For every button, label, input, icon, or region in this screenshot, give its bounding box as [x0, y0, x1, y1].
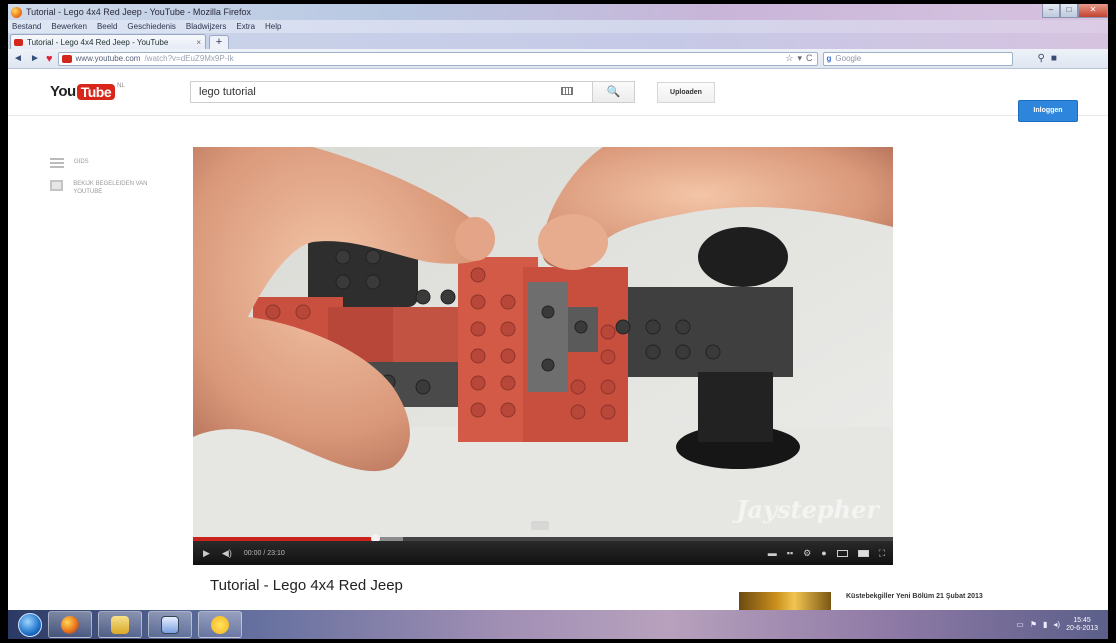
tab-close-icon[interactable]: × [196, 38, 201, 47]
large-player-icon[interactable] [857, 549, 869, 557]
firefox-icon [61, 615, 79, 634]
title-bar: Tutorial - Lego 4x4 Red Jeep - YouTube -… [8, 4, 1108, 20]
menu-view[interactable]: Beeld [97, 22, 117, 31]
new-tab-button[interactable]: + [209, 35, 229, 49]
start-button[interactable] [18, 612, 42, 637]
annotation-marker [531, 521, 549, 530]
maximize-button[interactable]: □ [1060, 4, 1078, 18]
chat-icon [211, 615, 229, 634]
network-icon[interactable]: ▭ [1016, 620, 1024, 629]
address-bar[interactable]: www.youtube.com/watch?v=dEuZ9Mx9P-Ik ☆ ▾… [57, 51, 818, 66]
taskbar-chat[interactable] [198, 611, 242, 638]
upload-button[interactable]: Uploaden [657, 82, 715, 103]
url-host: www.youtube.com [75, 54, 141, 63]
guide-sidebar: GIDS BEKIJK BEGELEIDEN VAN YOUTUBE [50, 158, 170, 208]
captions-icon[interactable]: ▬ [768, 548, 777, 558]
player-controls-right: ▬ ▪▪ ⚙ ● ⛶ [768, 548, 885, 559]
time-display: 00:00 / 23:10 [243, 549, 285, 557]
forward-arrow-icon[interactable]: ► [29, 53, 41, 64]
youtube-logo[interactable]: You Tube NL [50, 83, 125, 100]
logo-you-text: You [50, 83, 76, 100]
back-arrow-icon[interactable]: ◄ [12, 53, 24, 64]
firefox-icon [11, 6, 22, 18]
clock[interactable]: 15:45 20-6-2013 [1066, 617, 1098, 633]
taskbar-app[interactable] [148, 611, 192, 638]
clock-date: 20-6-2013 [1066, 624, 1098, 632]
dropdown-icon[interactable]: ▾ [798, 53, 803, 64]
menu-help[interactable]: Help [265, 22, 281, 31]
tab-title: Tutorial - Lego 4x4 Red Jeep - YouTube [27, 37, 169, 47]
guide-label: GIDS [74, 159, 89, 165]
guide-item-gids[interactable]: GIDS [50, 158, 170, 168]
taskbar-firefox[interactable] [48, 611, 92, 638]
menu-bookmarks[interactable]: Bladwijzers [186, 22, 226, 31]
library-icon [50, 180, 64, 191]
toolbar-icons: ⚲ ■ [1038, 53, 1057, 64]
taskbar-explorer[interactable] [98, 611, 142, 638]
browser-window: Tutorial - Lego 4x4 Red Jeep - YouTube -… [8, 4, 1108, 639]
bookmarks-icon[interactable]: ■ [1051, 53, 1057, 64]
minimize-button[interactable]: – [1042, 4, 1060, 18]
navigation-bar: ◄ ► ♥ www.youtube.com/watch?v=dEuZ9Mx9P-… [8, 49, 1108, 69]
flag-icon[interactable]: ⚑ [1030, 620, 1037, 629]
hamburger-icon [50, 158, 64, 168]
video-title: Tutorial - Lego 4x4 Red Jeep [210, 577, 403, 594]
settings-gear-icon[interactable]: ⚙ [803, 548, 811, 559]
logo-tube-text: Tube [76, 83, 116, 100]
player-controls: ▶ ◀) 00:00 / 23:10 ▬ ▪▪ ⚙ ● ⛶ [193, 541, 893, 565]
video-frame[interactable] [193, 147, 893, 537]
fullscreen-icon[interactable]: ⛶ [879, 548, 885, 559]
annotations-icon[interactable]: ● [821, 548, 826, 558]
reload-icon[interactable]: C [806, 53, 813, 64]
volume-icon[interactable]: ◀) [222, 548, 232, 559]
suggestion-title[interactable]: Küstebekgiller Yeni Bölüm 21 Şubat 2013 [846, 592, 1046, 601]
search-engine-name: Google [835, 54, 862, 63]
close-window-button[interactable]: ✕ [1078, 4, 1108, 18]
url-path: /watch?v=dEuZ9Mx9P-Ik [144, 54, 234, 63]
watch-later-icon[interactable]: ▪▪ [787, 548, 793, 558]
small-player-icon[interactable] [836, 549, 848, 557]
suggestion-thumbnail[interactable] [739, 592, 831, 610]
youtube-favicon-icon [61, 54, 72, 63]
play-icon[interactable]: ▶ [203, 548, 210, 559]
tab-bar: Tutorial - Lego 4x4 Red Jeep - YouTube ×… [8, 33, 1108, 49]
menu-file[interactable]: Bestand [12, 22, 41, 31]
time-total: 23:10 [267, 549, 285, 557]
login-button[interactable]: Inloggen [1018, 100, 1078, 122]
search-engine-box[interactable]: g Google [822, 51, 1013, 66]
youtube-header: You Tube NL lego tutorial 🔍 Uploaden [8, 70, 1108, 116]
power-icon[interactable]: ▮ [1043, 620, 1047, 629]
window-controls: – □ ✕ [1042, 4, 1108, 18]
clock-time: 15:45 [1073, 616, 1091, 624]
keyboard-icon[interactable] [561, 87, 573, 95]
heart-icon[interactable]: ♥ [46, 53, 53, 65]
logo-region: NL [117, 83, 125, 89]
google-icon: g [826, 54, 832, 63]
window-title: Tutorial - Lego 4x4 Red Jeep - YouTube -… [26, 7, 251, 17]
video-player[interactable]: Jaystepher ▶ ◀) 00:00 / 23:10 ▬ ▪▪ ⚙ ● ⛶ [193, 147, 893, 565]
time-current: 00:00 [243, 549, 262, 557]
system-tray: ▭ ⚑ ▮ ◂) 15:45 20-6-2013 [1016, 617, 1098, 633]
guide-item-library[interactable]: BEKIJK BEGELEIDEN VAN YOUTUBE [50, 180, 170, 196]
window-app-icon [161, 615, 179, 634]
menu-tools[interactable]: Extra [236, 22, 255, 31]
search-button[interactable]: 🔍 [593, 81, 635, 103]
speaker-icon[interactable]: ◂) [1053, 620, 1060, 629]
magnifier-icon[interactable]: ⚲ [1038, 53, 1045, 64]
url-tools: ☆ ▾ C [785, 53, 812, 64]
menu-edit[interactable]: Bewerken [51, 22, 87, 31]
folder-icon [111, 615, 129, 634]
windows-taskbar: ▭ ⚑ ▮ ◂) 15:45 20-6-2013 [8, 610, 1108, 639]
guide-label: BEKIJK BEGELEIDEN VAN YOUTUBE [73, 181, 148, 195]
youtube-favicon-icon [14, 38, 23, 46]
tab-youtube[interactable]: Tutorial - Lego 4x4 Red Jeep - YouTube × [10, 34, 206, 49]
channel-watermark: Jaystepher [736, 495, 879, 524]
star-icon[interactable]: ☆ [785, 53, 793, 64]
search-input[interactable]: lego tutorial [190, 81, 593, 103]
menu-bar: Bestand Bewerken Beeld Geschiedenis Blad… [8, 20, 1108, 33]
menu-history[interactable]: Geschiedenis [127, 22, 175, 31]
